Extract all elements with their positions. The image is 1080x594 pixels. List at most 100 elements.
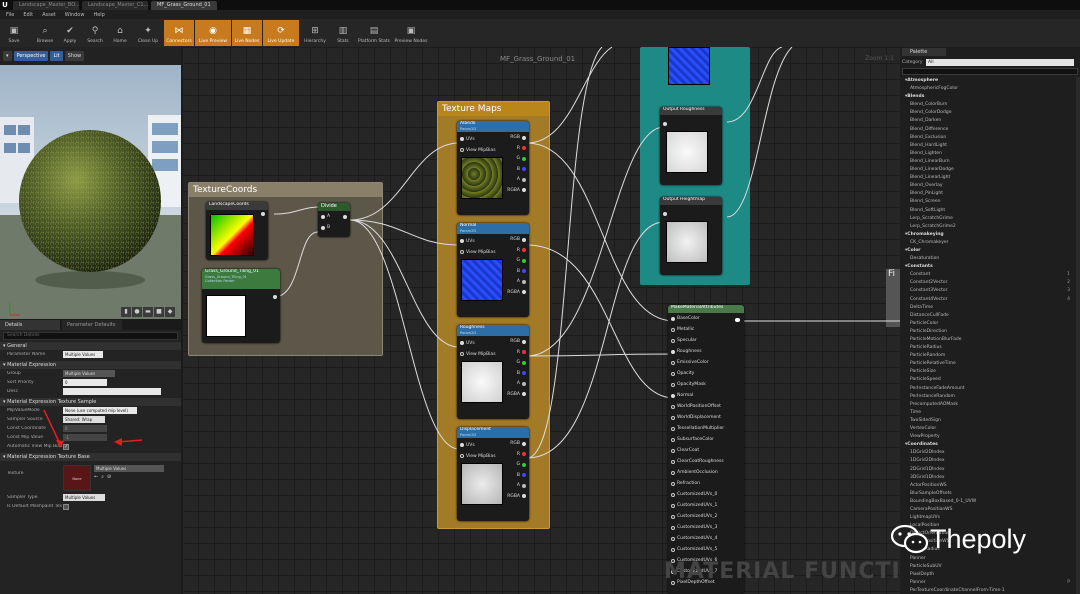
roughness-in-pin-dot[interactable] bbox=[460, 352, 464, 356]
sort-priority-field[interactable]: 0 bbox=[63, 379, 107, 386]
toolbar-browse-button[interactable]: ⌕ Browse bbox=[33, 20, 57, 46]
attr-pin-customizeduvs-2[interactable]: CustomizedUVs_2 bbox=[668, 511, 744, 522]
cylinder-icon[interactable]: ▮ bbox=[121, 307, 131, 317]
attr-pin-dot[interactable] bbox=[671, 459, 675, 464]
attr-pin-dot[interactable] bbox=[671, 316, 675, 321]
palette-item[interactable]: CameraPositionWS bbox=[902, 506, 1078, 514]
attr-pin-dot[interactable] bbox=[671, 382, 675, 387]
albedo-out-g[interactable]: G bbox=[517, 156, 526, 161]
roughness-out-rgba[interactable]: RGBA bbox=[507, 392, 526, 397]
output-roughness-in-pin[interactable] bbox=[663, 122, 667, 126]
plane-icon[interactable]: ▬ bbox=[143, 307, 153, 317]
divide-pin-b[interactable]: B bbox=[318, 222, 350, 233]
palette-item[interactable]: Blend_SoftLight bbox=[902, 207, 1078, 215]
attr-pin-worldpositionoffset[interactable]: WorldPositionOffset bbox=[668, 401, 744, 412]
palette-item[interactable]: Blend_HardLight bbox=[902, 142, 1078, 150]
toolbar-apply-button[interactable]: ✔ Apply bbox=[58, 20, 82, 46]
displacement-texture-node[interactable]: Displacement Param2D UVs View MipBias RGB R G B… bbox=[457, 427, 529, 521]
toolbar-connectors-button[interactable]: ⋈ Connectors bbox=[164, 20, 194, 46]
normal-out-r[interactable]: R bbox=[517, 248, 526, 253]
toolbar-search-button[interactable]: ⚲ Search bbox=[83, 20, 107, 46]
albedo-out-r[interactable]: R bbox=[517, 146, 526, 151]
palette-item[interactable]: LightmapUVs bbox=[902, 514, 1078, 522]
palette-item[interactable]: Blend_Screen bbox=[902, 198, 1078, 206]
palette-item[interactable]: ParticleSize bbox=[902, 368, 1078, 376]
albedo-out-dot[interactable] bbox=[522, 156, 526, 161]
roughness-texture-node[interactable]: Roughness Param2D UVs View MipBias RGB R G B A RG… bbox=[457, 325, 529, 419]
roughness-out-a[interactable]: A bbox=[517, 381, 526, 386]
attr-pin-dot[interactable] bbox=[671, 437, 675, 442]
palette-category[interactable]: ▾Blends bbox=[902, 93, 1078, 101]
palette-item[interactable]: AtmosphericFogColor bbox=[902, 85, 1078, 93]
displacement-in-pin-dot[interactable] bbox=[460, 454, 464, 458]
albedo-pin-uvs[interactable]: UVs bbox=[457, 134, 475, 144]
toolbar-stats-button[interactable]: ▥ Stats bbox=[331, 20, 355, 46]
texture-thumbnail[interactable]: None bbox=[63, 465, 91, 491]
attr-pin-metallic[interactable]: Metallic bbox=[668, 324, 744, 335]
palette-item[interactable]: Constant2Vector 2 bbox=[902, 279, 1078, 287]
roughness-out-dot[interactable] bbox=[522, 360, 526, 365]
attr-pin-dot[interactable] bbox=[671, 338, 675, 343]
attr-pin-specular[interactable]: Specular bbox=[668, 335, 744, 346]
albedo-out-rgba[interactable]: RGBA bbox=[507, 188, 526, 193]
palette-item[interactable]: Blend_ColorDodge bbox=[902, 109, 1078, 117]
normal-out-dot[interactable] bbox=[522, 290, 526, 294]
attr-pin-tessellationmultiplier[interactable]: TessellationMultiplier bbox=[668, 423, 744, 434]
palette-item[interactable]: ParticleRelativeTime bbox=[902, 360, 1078, 368]
attr-pin-customizeduvs-5[interactable]: CustomizedUVs_5 bbox=[668, 544, 744, 555]
browse-asset-icon[interactable]: ⌕ bbox=[101, 474, 104, 480]
albedo-out-dot[interactable] bbox=[522, 188, 526, 192]
attr-pin-basecolor[interactable]: BaseColor bbox=[668, 313, 744, 324]
attr-pin-subsurfacecolor[interactable]: SubsurfaceColor bbox=[668, 434, 744, 445]
displacement-out-dot[interactable] bbox=[522, 483, 526, 488]
attr-pin-roughness[interactable]: Roughness bbox=[668, 346, 744, 357]
palette-item[interactable]: 2DGrid1DIndex bbox=[902, 466, 1078, 474]
attr-pin-emissivecolor[interactable]: EmissiveColor bbox=[668, 357, 744, 368]
palette-item[interactable]: Blend_Exclusion bbox=[902, 134, 1078, 142]
palette-item[interactable]: Desaturation bbox=[902, 255, 1078, 263]
palette-item[interactable]: TwoSidedSign bbox=[902, 417, 1078, 425]
tab-details[interactable]: Details bbox=[0, 320, 60, 330]
palette-item[interactable]: DeltaTime bbox=[902, 304, 1078, 312]
albedo-in-pin-dot[interactable] bbox=[460, 137, 464, 141]
toolbar-live-update-button[interactable]: ⟳ Live Update bbox=[263, 20, 299, 46]
grass-tiling-out-pin[interactable] bbox=[273, 295, 277, 299]
albedo-in-pin-dot[interactable] bbox=[460, 148, 464, 152]
palette-item[interactable]: Blend_Darken bbox=[902, 117, 1078, 125]
palette-category[interactable]: ▾Atmosphere bbox=[902, 77, 1078, 85]
attr-pin-ambientocclusion[interactable]: AmbientOcclusion bbox=[668, 467, 744, 478]
normal-pin-uvs[interactable]: UVs bbox=[457, 236, 475, 246]
displacement-out-b[interactable]: B bbox=[517, 473, 526, 478]
roughness-out-g[interactable]: G bbox=[517, 360, 526, 365]
attr-pin-dot[interactable] bbox=[671, 371, 675, 376]
attr-pin-dot[interactable] bbox=[671, 525, 675, 530]
albedo-out-a[interactable]: A bbox=[517, 177, 526, 182]
attr-pin-clearcoat[interactable]: ClearCoat bbox=[668, 445, 744, 456]
sphere-icon[interactable]: ● bbox=[132, 307, 142, 317]
displacement-pin-view-mipbias[interactable]: View MipBias bbox=[457, 451, 496, 461]
attr-pin-dot[interactable] bbox=[671, 492, 675, 497]
tab-landscape-master-bo[interactable]: Landscape_Master_BO... bbox=[13, 0, 79, 10]
landscape-coords-node[interactable]: LandscapeCoords bbox=[206, 202, 268, 260]
palette-item[interactable]: Blend_PinLight bbox=[902, 190, 1078, 198]
displacement-out-g[interactable]: G bbox=[517, 462, 526, 467]
toolbar-preview-nodes-button[interactable]: ▣ Preview Nodes bbox=[393, 20, 429, 46]
normal-out-a[interactable]: A bbox=[517, 279, 526, 284]
teapot-icon[interactable]: ◆ bbox=[165, 307, 175, 317]
attr-pin-dot[interactable] bbox=[671, 481, 675, 486]
preview-viewport[interactable]: ▾ Perspective Lit Show Previewing: Mater… bbox=[0, 47, 181, 319]
attr-pin-dot[interactable] bbox=[671, 448, 675, 453]
normal-out-dot[interactable] bbox=[522, 279, 526, 284]
toolbar-platform-stats-button[interactable]: ▤ Platform Stats bbox=[356, 20, 392, 46]
roughness-pin-uvs[interactable]: UVs bbox=[457, 338, 475, 348]
displacement-out-r[interactable]: R bbox=[517, 452, 526, 457]
palette-item[interactable]: CK_Chromakeyer bbox=[902, 239, 1078, 247]
palette-item[interactable]: Blend_LinearDodge bbox=[902, 166, 1078, 174]
palette-scrollbar[interactable] bbox=[1076, 77, 1080, 594]
attr-pin-customizeduvs-4[interactable]: CustomizedUVs_4 bbox=[668, 533, 744, 544]
attr-pin-dot[interactable] bbox=[671, 470, 675, 475]
normal-in-pin-dot[interactable] bbox=[460, 250, 464, 254]
attr-pin-dot[interactable] bbox=[671, 426, 675, 431]
group-dropdown[interactable]: Multiple Values bbox=[63, 370, 115, 377]
palette-item[interactable]: 1DGrid2DIndex bbox=[902, 457, 1078, 465]
